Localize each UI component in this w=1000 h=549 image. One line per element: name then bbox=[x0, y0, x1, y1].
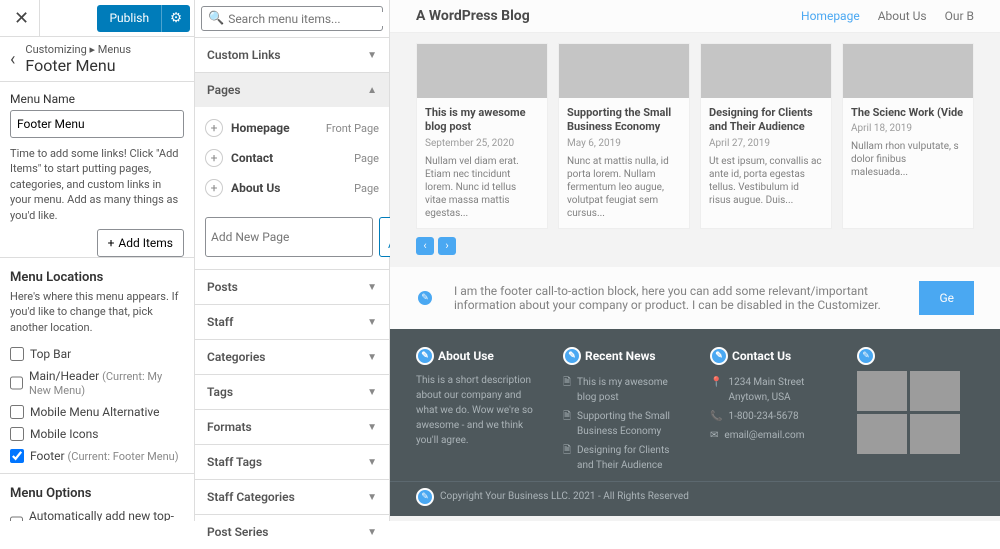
chevron-down-icon: ▼ bbox=[367, 387, 377, 398]
post-card[interactable]: The Scienc Work (VideApril 18, 2019Nulla… bbox=[842, 43, 974, 229]
menu-name-input[interactable] bbox=[10, 110, 184, 138]
nav-link[interactable]: Our B bbox=[945, 9, 974, 23]
chevron-down-icon: ▼ bbox=[367, 282, 377, 293]
add-icon[interactable]: + bbox=[205, 149, 223, 167]
plus-icon: + bbox=[108, 236, 115, 250]
chevron-down-icon: ▼ bbox=[367, 527, 377, 538]
add-items-button[interactable]: +Add Items bbox=[97, 229, 184, 257]
edit-shortcut-icon[interactable]: ✎ bbox=[563, 347, 581, 365]
chevron-down-icon: ▼ bbox=[367, 317, 377, 328]
accordion-staff-categories[interactable]: Staff Categories▼ bbox=[195, 479, 389, 514]
news-item[interactable]: 🗎Supporting the Small Business Economy bbox=[563, 407, 680, 441]
news-item[interactable]: 🗎Designing for Clients and Their Audienc… bbox=[563, 441, 680, 475]
breadcrumb: Customizing ▸ Menus bbox=[25, 43, 131, 56]
next-button[interactable]: › bbox=[438, 237, 456, 255]
doc-icon: 🗎 bbox=[563, 443, 571, 473]
close-customizer-button[interactable]: ✕ bbox=[4, 0, 40, 36]
accordion-staff-tags[interactable]: Staff Tags▼ bbox=[195, 444, 389, 479]
doc-icon: 🗎 bbox=[563, 375, 571, 405]
location-row[interactable]: Footer (Current: Footer Menu) bbox=[10, 445, 184, 467]
chevron-down-icon: ▼ bbox=[367, 352, 377, 363]
gallery-thumb bbox=[910, 414, 960, 454]
add-new-page-input[interactable] bbox=[205, 217, 373, 257]
post-card[interactable]: Supporting the Small Business EconomyMay… bbox=[558, 43, 690, 229]
page-item[interactable]: +HomepageFront Page bbox=[205, 113, 379, 143]
edit-shortcut-icon[interactable]: ✎ bbox=[416, 347, 434, 365]
edit-shortcut-icon[interactable]: ✎ bbox=[416, 289, 434, 307]
menu-name-label: Menu Name bbox=[10, 92, 184, 106]
gallery-thumb bbox=[857, 414, 907, 454]
accordion-pages[interactable]: Pages▲ bbox=[195, 72, 389, 107]
cta-text: I am the footer call-to-action block, he… bbox=[454, 284, 899, 312]
location-checkbox[interactable] bbox=[10, 347, 24, 361]
add-icon[interactable]: + bbox=[205, 179, 223, 197]
chevron-down-icon: ▼ bbox=[367, 422, 377, 433]
card-image bbox=[559, 44, 689, 98]
nav-link[interactable]: About Us bbox=[878, 9, 927, 23]
accordion-post-series[interactable]: Post Series▼ bbox=[195, 514, 389, 549]
site-preview: A WordPress Blog Homepage About Us Our B… bbox=[390, 0, 1000, 521]
gear-icon: ⚙ bbox=[170, 11, 182, 26]
location-checkbox[interactable] bbox=[10, 405, 24, 419]
phone-icon: 📞 bbox=[710, 409, 722, 424]
doc-icon: 🗎 bbox=[563, 409, 571, 439]
page-item[interactable]: +About UsPage bbox=[205, 173, 379, 203]
edit-shortcut-icon[interactable]: ✎ bbox=[710, 347, 728, 365]
search-icon: 🔍 bbox=[208, 11, 224, 26]
chevron-down-icon: ▼ bbox=[367, 50, 377, 61]
locations-heading: Menu Locations bbox=[10, 270, 184, 285]
accordion-posts[interactable]: Posts▼ bbox=[195, 269, 389, 304]
prev-button[interactable]: ‹ bbox=[416, 237, 434, 255]
auto-add-checkbox[interactable] bbox=[10, 516, 23, 521]
publish-button[interactable]: Publish bbox=[97, 5, 161, 32]
cta-button[interactable]: Ge bbox=[919, 281, 974, 315]
location-row[interactable]: Top Bar bbox=[10, 343, 184, 365]
location-row[interactable]: Main/Header (Current: My New Menu) bbox=[10, 365, 184, 401]
accordion-custom-links[interactable]: Custom Links▼ bbox=[195, 37, 389, 72]
accordion-staff[interactable]: Staff▼ bbox=[195, 304, 389, 339]
search-box[interactable]: 🔍 bbox=[201, 6, 383, 31]
card-image bbox=[843, 44, 973, 98]
card-image bbox=[701, 44, 831, 98]
news-item[interactable]: 🗎This is my awesome blog post bbox=[563, 373, 680, 407]
edit-shortcut-icon[interactable]: ✎ bbox=[857, 347, 875, 365]
location-checkbox[interactable] bbox=[10, 376, 23, 390]
location-checkbox[interactable] bbox=[10, 449, 24, 463]
gallery-thumb bbox=[910, 371, 960, 411]
nav-links: Homepage About Us Our B bbox=[801, 9, 974, 23]
locations-sub: Here's where this menu appears. If you'd… bbox=[10, 289, 184, 335]
accordion-formats[interactable]: Formats▼ bbox=[195, 409, 389, 444]
post-card[interactable]: This is my awesome blog postSeptember 25… bbox=[416, 43, 548, 229]
search-input[interactable] bbox=[228, 12, 384, 26]
location-checkbox[interactable] bbox=[10, 427, 24, 441]
auto-add-row[interactable]: Automatically add new top-level pages to… bbox=[10, 505, 184, 521]
options-heading: Menu Options bbox=[10, 486, 184, 501]
chevron-up-icon: ▲ bbox=[367, 85, 377, 96]
back-button[interactable]: ‹ bbox=[10, 49, 15, 70]
page-item[interactable]: +ContactPage bbox=[205, 143, 379, 173]
gallery-thumb bbox=[857, 371, 907, 411]
site-title: A WordPress Blog bbox=[416, 8, 530, 24]
location-row[interactable]: Mobile Icons bbox=[10, 423, 184, 445]
accordion-tags[interactable]: Tags▼ bbox=[195, 374, 389, 409]
accordion-categories[interactable]: Categories▼ bbox=[195, 339, 389, 374]
help-text: Time to add some links! Click "Add Items… bbox=[10, 146, 184, 223]
email-icon: ✉ bbox=[710, 428, 718, 443]
chevron-down-icon: ▼ bbox=[367, 457, 377, 468]
add-icon[interactable]: + bbox=[205, 119, 223, 137]
publish-settings-button[interactable]: ⚙ bbox=[161, 5, 190, 32]
chevron-down-icon: ▼ bbox=[367, 492, 377, 503]
post-card[interactable]: Designing for Clients and Their Audience… bbox=[700, 43, 832, 229]
pin-icon: 📍 bbox=[710, 375, 722, 405]
edit-shortcut-icon[interactable]: ✎ bbox=[416, 488, 434, 506]
nav-link[interactable]: Homepage bbox=[801, 9, 860, 23]
location-row[interactable]: Mobile Menu Alternative bbox=[10, 401, 184, 423]
card-image bbox=[417, 44, 547, 98]
page-title: Footer Menu bbox=[25, 56, 131, 75]
